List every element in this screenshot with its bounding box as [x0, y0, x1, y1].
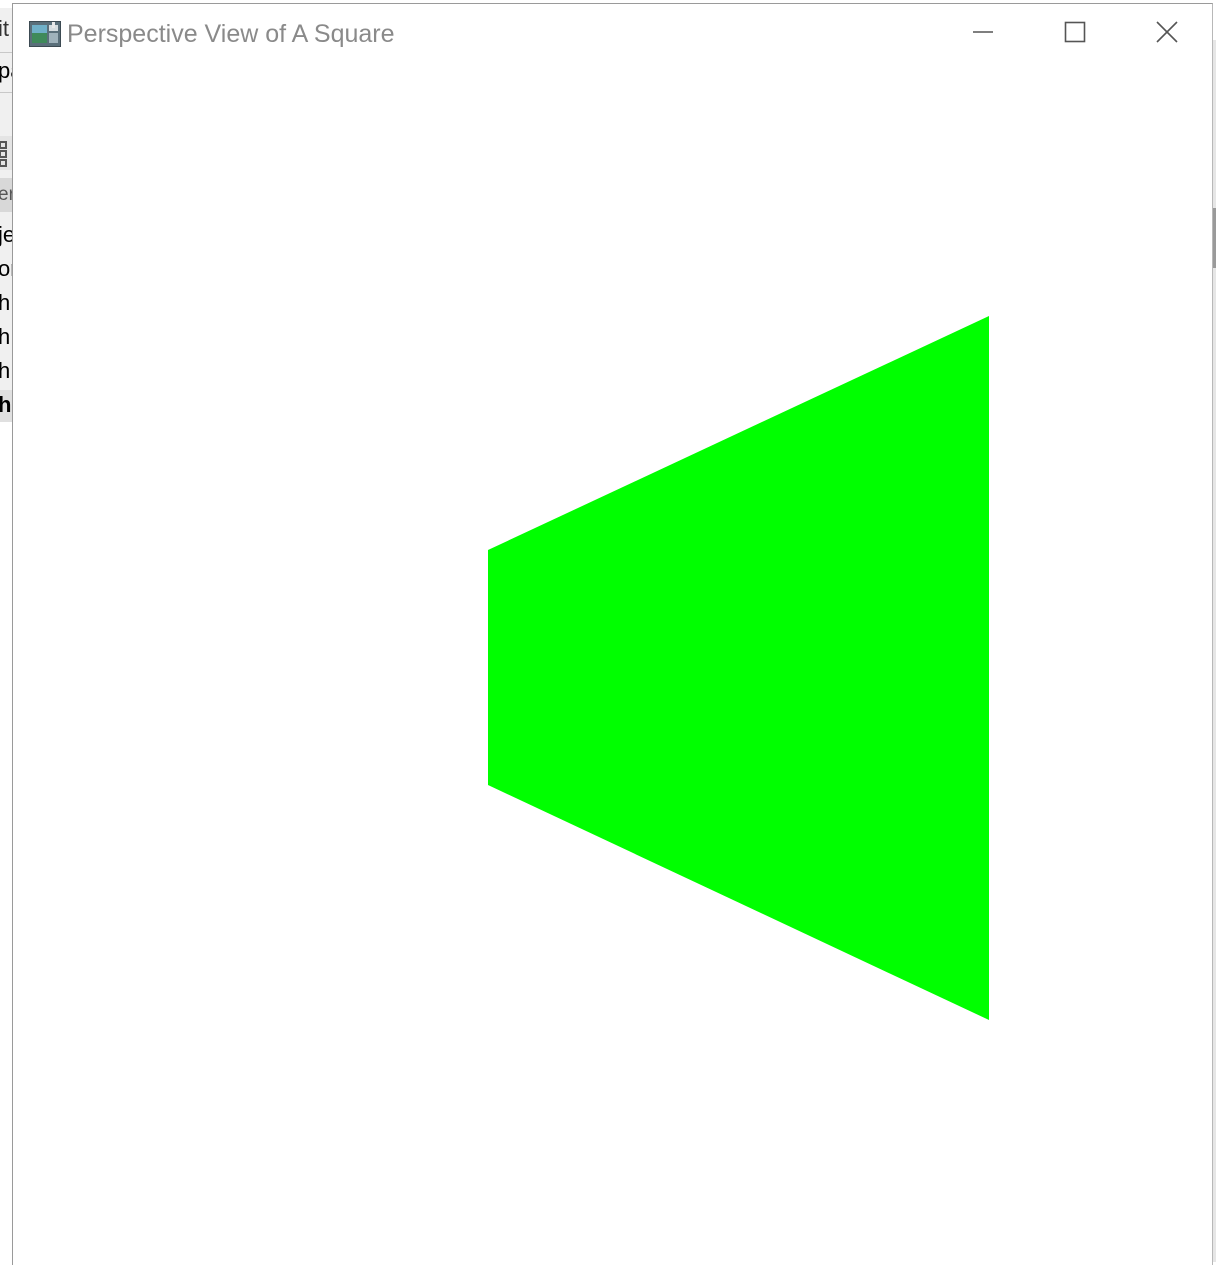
close-icon: [1156, 20, 1178, 48]
maximize-button[interactable]: [1029, 4, 1121, 64]
scene-svg: [488, 316, 989, 1020]
opengl-app-icon[interactable]: [29, 21, 61, 47]
minimize-button[interactable]: [937, 4, 1029, 64]
app-window: Perspective View of A Square: [12, 3, 1213, 1266]
close-button[interactable]: [1121, 4, 1213, 64]
background-app-text-7: h: [0, 358, 11, 383]
background-app-text-6: h: [0, 324, 11, 349]
render-canvas[interactable]: [13, 64, 1212, 1266]
maximize-icon: [1064, 21, 1086, 48]
background-app-text-8: h: [0, 392, 12, 417]
perspective-square: [488, 316, 989, 1020]
title-bar[interactable]: Perspective View of A Square: [13, 4, 1212, 64]
window-title: Perspective View of A Square: [67, 20, 395, 48]
background-app-text-5: h: [0, 290, 11, 315]
background-app-text-1: it: [0, 16, 9, 41]
minimize-icon: [972, 21, 994, 48]
